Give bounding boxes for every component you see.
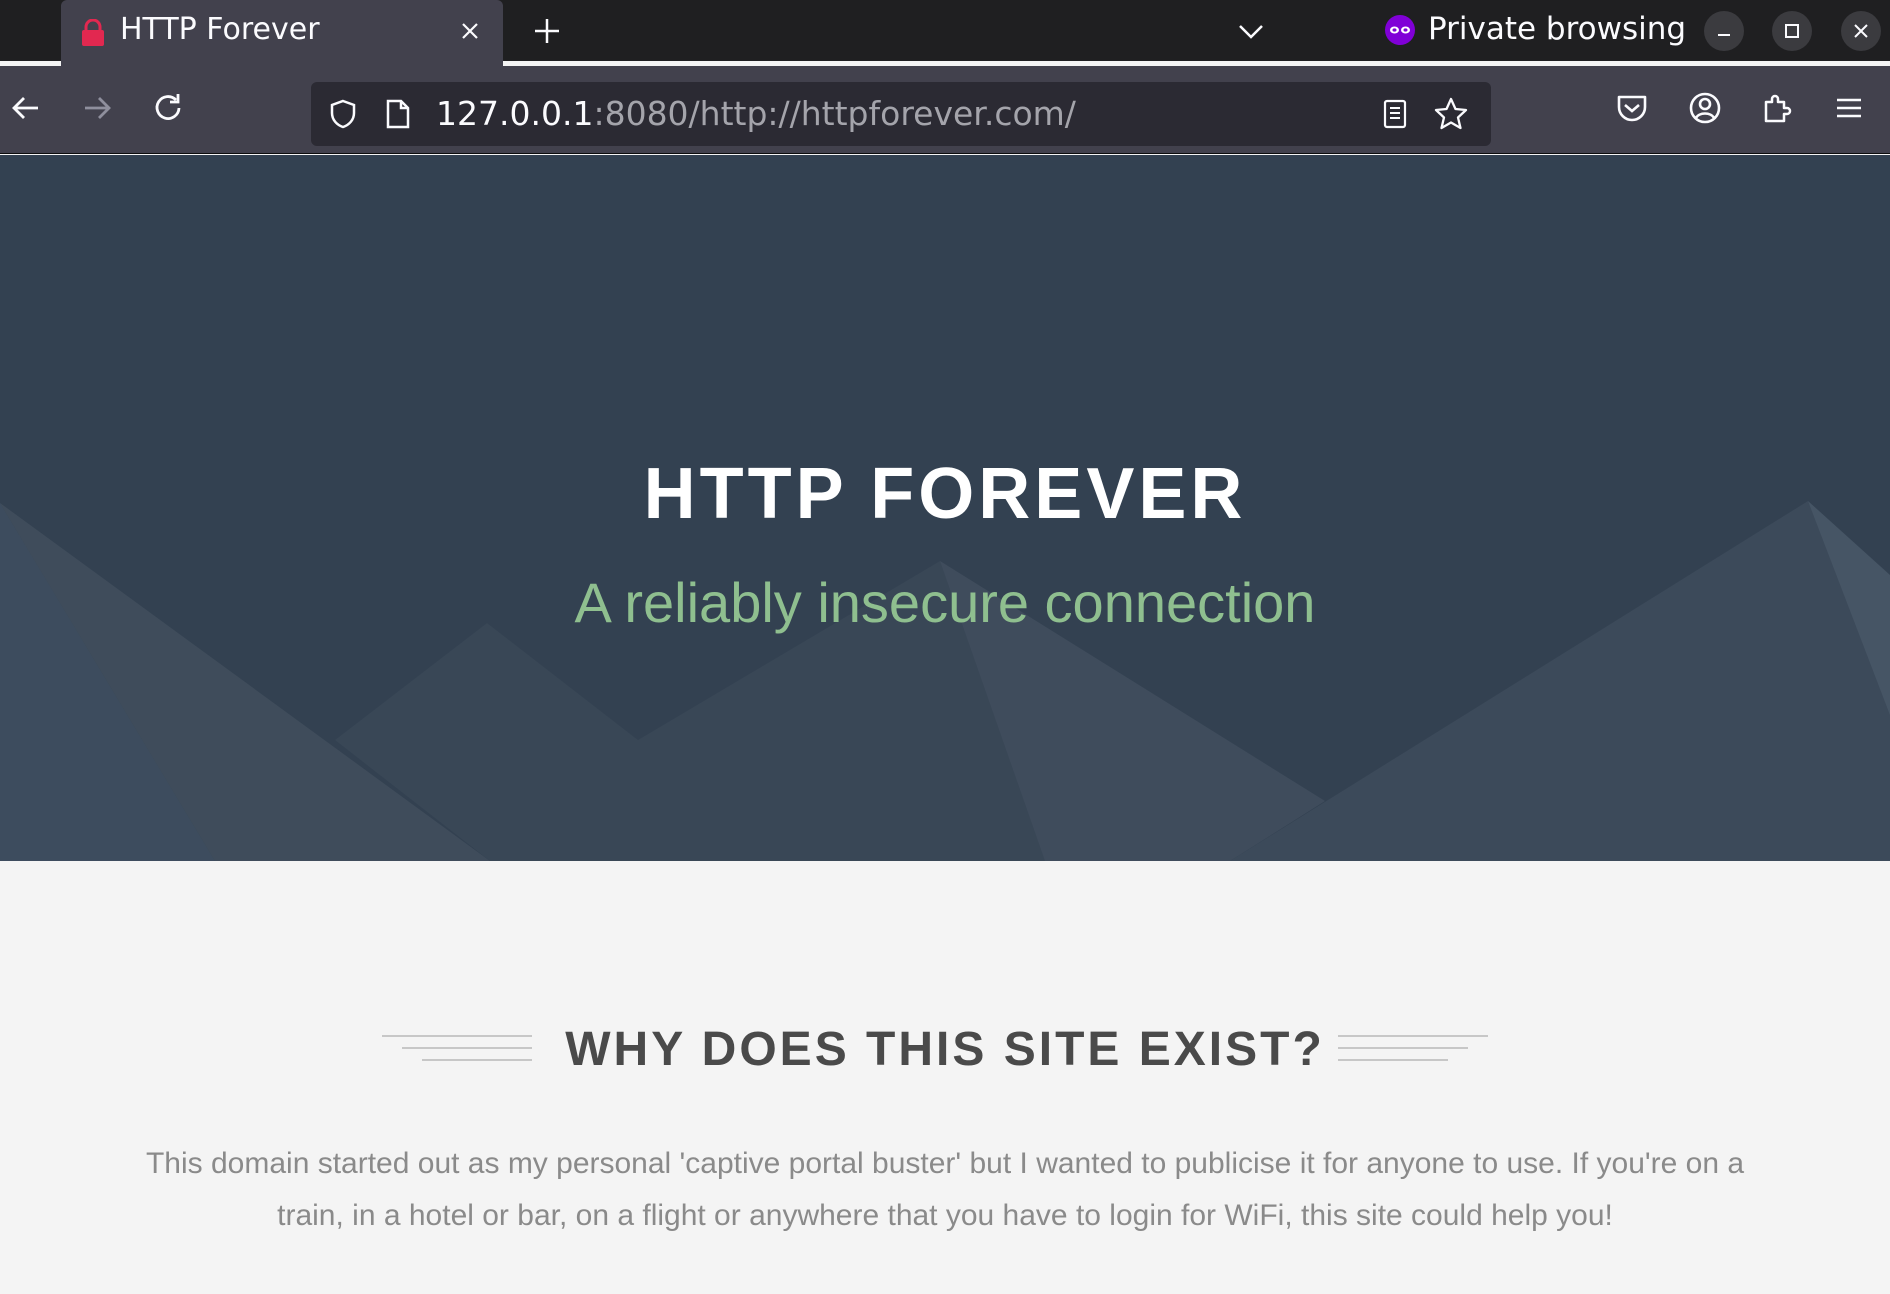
close-icon: [1854, 24, 1868, 38]
address-bar[interactable]: 127.0.0.1:8080/http://httpforever.com/: [311, 82, 1491, 146]
chevron-down-icon[interactable]: [1234, 14, 1268, 48]
lock-icon: [82, 19, 104, 46]
minimize-icon: [1718, 34, 1730, 36]
reload-icon[interactable]: [149, 88, 189, 128]
shield-icon[interactable]: [327, 98, 359, 130]
reader-view-icon[interactable]: [1379, 98, 1411, 130]
maximize-button[interactable]: [1772, 11, 1812, 51]
url-text[interactable]: 127.0.0.1:8080/http://httpforever.com/: [436, 94, 1076, 133]
star-icon[interactable]: [1433, 96, 1469, 132]
hero-section: HTTP FOREVER A reliably insecure connect…: [0, 155, 1890, 861]
tab-title: HTTP Forever: [120, 12, 320, 47]
account-icon[interactable]: [1685, 88, 1725, 128]
close-icon[interactable]: [455, 16, 485, 46]
private-browsing-icon: [1385, 15, 1415, 45]
page-icon[interactable]: [383, 98, 413, 130]
navigation-toolbar: 127.0.0.1:8080/http://httpforever.com/: [0, 66, 1890, 154]
hero-title: HTTP FOREVER: [643, 454, 1247, 534]
pocket-icon[interactable]: [1612, 88, 1652, 128]
url-host: 127.0.0.1: [436, 94, 594, 133]
close-window-button[interactable]: [1841, 11, 1881, 51]
extensions-icon[interactable]: [1757, 88, 1797, 128]
maximize-icon: [1785, 24, 1799, 38]
back-arrow-icon[interactable]: [6, 88, 46, 128]
tab-strip: HTTP Forever Private browsing: [0, 0, 1890, 66]
menu-icon[interactable]: [1829, 88, 1869, 128]
section-body-text: This domain started out as my personal '…: [145, 1147, 1745, 1232]
section-title: WHY DOES THIS SITE EXIST?: [565, 1023, 1325, 1076]
private-browsing-label: Private browsing: [1428, 11, 1687, 47]
heading-decoration-right: [1338, 1035, 1488, 1061]
forward-arrow-icon[interactable]: [77, 88, 117, 128]
minimize-button[interactable]: [1704, 11, 1744, 51]
tab-http-forever[interactable]: HTTP Forever: [61, 0, 503, 66]
section-heading: WHY DOES THIS SITE EXIST?: [0, 1014, 1890, 1084]
new-tab-icon[interactable]: [530, 14, 564, 48]
hero-subtitle: A reliably insecure connection: [574, 571, 1316, 634]
url-path: :8080/http://httpforever.com/: [593, 94, 1076, 133]
